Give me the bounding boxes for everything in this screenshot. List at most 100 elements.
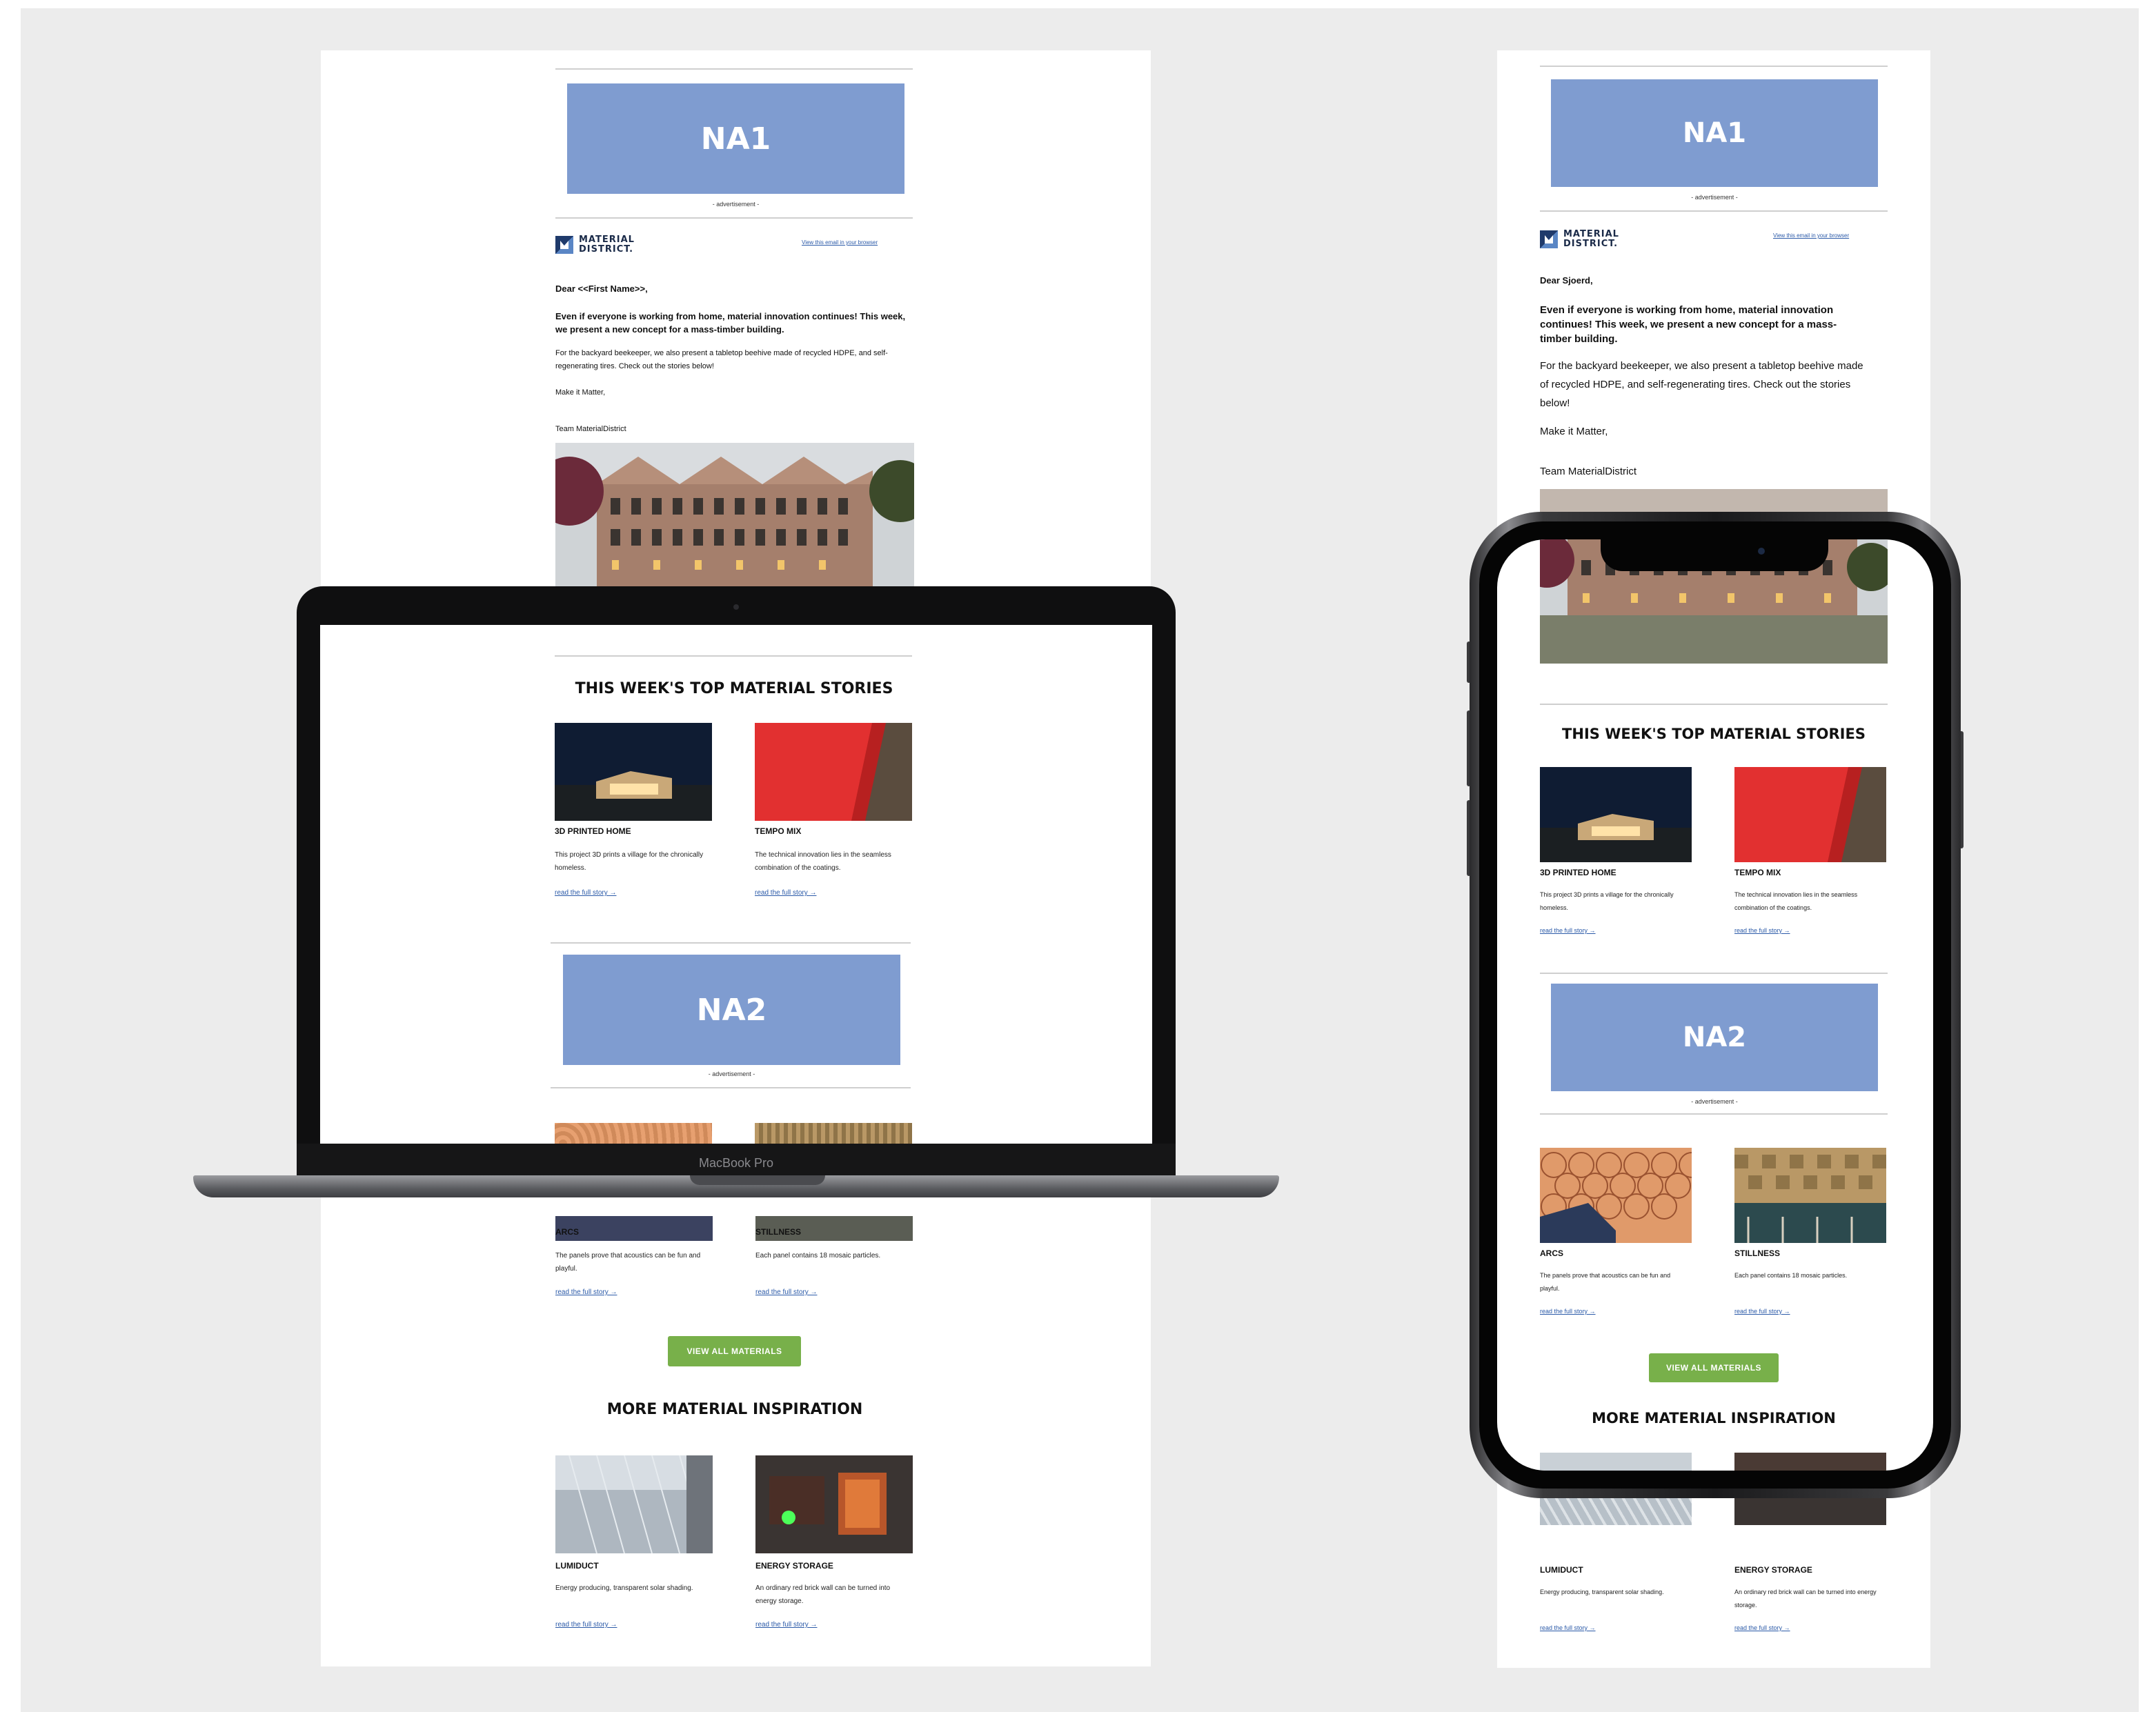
ad-banner-na2[interactable]: NA2 xyxy=(1551,984,1878,1091)
logo-mark-icon xyxy=(555,236,573,254)
intro-body: For the backyard beekeeper, we also pres… xyxy=(1540,360,1863,409)
story-image-tempo-mix[interactable] xyxy=(755,723,912,821)
read-story-link[interactable]: read the full story → xyxy=(755,1621,817,1629)
story-image-stillness-top[interactable] xyxy=(755,1123,912,1144)
read-story-link[interactable]: read the full story → xyxy=(1734,1624,1790,1631)
story-title: TEMPO MIX xyxy=(1734,868,1781,877)
material-district-logo[interactable]: MATERIAL DISTRICT. xyxy=(555,235,635,255)
logo-line2: DISTRICT. xyxy=(1563,239,1619,249)
story-text: Each panel contains 18 mosaic particles. xyxy=(1734,1272,1848,1279)
story-title: 3D PRINTED HOME xyxy=(1540,868,1616,877)
divider xyxy=(1540,66,1888,67)
laptop-screen: THIS WEEK'S TOP MATERIAL STORIES 3D PRIN… xyxy=(320,625,1152,1144)
story-text: An ordinary red brick wall can be turned… xyxy=(755,1584,891,1605)
view-in-browser-link[interactable]: View this email in your browser xyxy=(802,239,878,246)
greeting: Dear Sjoerd, xyxy=(1540,275,1593,286)
read-story-link[interactable]: read the full story → xyxy=(1540,1308,1596,1315)
story-image-3d-printed-home[interactable] xyxy=(555,723,712,821)
ad-banner-label: NA2 xyxy=(696,992,767,1028)
section-title-top-stories: THIS WEEK'S TOP MATERIAL STORIES xyxy=(575,680,893,697)
laptop-label: MacBook Pro xyxy=(698,1156,774,1170)
story-image-arcs[interactable] xyxy=(1540,1148,1692,1243)
logo-line2: DISTRICT. xyxy=(579,244,634,255)
team-signature: Team MaterialDistrict xyxy=(1540,466,1637,477)
advertisement-label: - advertisement - xyxy=(1691,1098,1738,1105)
divider xyxy=(1540,1113,1888,1115)
phone-notch xyxy=(1601,539,1828,571)
view-in-browser-link[interactable]: View this email in your browser xyxy=(1773,232,1849,239)
read-story-link[interactable]: read the full story → xyxy=(1540,927,1596,934)
story-title: ARCS xyxy=(555,1227,580,1237)
view-all-materials-button[interactable]: VIEW ALL MATERIALS xyxy=(1649,1353,1779,1382)
story-image-energy-storage[interactable] xyxy=(755,1455,913,1553)
material-district-logo[interactable]: MATERIAL DISTRICT. xyxy=(1540,230,1619,249)
story-image-stillness[interactable] xyxy=(1734,1148,1886,1243)
divider xyxy=(555,68,913,70)
advertisement-label: - advertisement - xyxy=(712,201,760,208)
ad-banner-label: NA2 xyxy=(1682,1022,1747,1053)
story-image-lumiduct[interactable] xyxy=(555,1455,713,1553)
ad-banner-label: NA1 xyxy=(700,121,771,157)
story-image-arcs-top[interactable] xyxy=(555,1123,712,1144)
story-text: An ordinary red brick wall can be turned… xyxy=(1734,1589,1877,1609)
story-text: The panels prove that acoustics can be f… xyxy=(1540,1272,1671,1292)
story-text: This project 3D prints a village for the… xyxy=(1540,891,1674,911)
story-title: LUMIDUCT xyxy=(555,1561,599,1571)
story-text: Energy producing, transparent solar shad… xyxy=(555,1584,693,1592)
section-title-top-stories: THIS WEEK'S TOP MATERIAL STORIES xyxy=(1562,726,1866,742)
story-text: The panels prove that acoustics can be f… xyxy=(555,1252,701,1273)
greeting: Dear <<First Name>>, xyxy=(555,283,648,294)
laptop-hinge-notch xyxy=(690,1175,825,1185)
advertisement-label: - advertisement - xyxy=(1691,194,1738,201)
story-title: STILLNESS xyxy=(1734,1248,1781,1258)
story-image-3d-printed-home[interactable] xyxy=(1540,767,1692,862)
story-title: STILLNESS xyxy=(755,1227,802,1237)
read-story-link[interactable]: read the full story → xyxy=(555,1621,617,1629)
advertisement-label: - advertisement - xyxy=(708,1071,755,1077)
read-story-link[interactable]: read the full story → xyxy=(1540,1624,1596,1631)
mass-timber-building-photo[interactable] xyxy=(555,443,914,588)
story-image-lumiduct-top[interactable] xyxy=(1540,1453,1692,1471)
ad-banner-na1[interactable]: NA1 xyxy=(567,83,904,194)
logo-line1: MATERIAL xyxy=(579,235,635,245)
signoff: Make it Matter, xyxy=(555,388,606,397)
read-story-link[interactable]: read the full story → xyxy=(1734,1308,1790,1315)
intro-body: For the backyard beekeeper, we also pres… xyxy=(555,349,888,370)
ad-banner-label: NA1 xyxy=(1682,117,1747,149)
intro-lead: Even if everyone is working from home, m… xyxy=(1540,304,1837,345)
story-title: ARCS xyxy=(1540,1248,1564,1258)
story-title: ENERGY STORAGE xyxy=(755,1561,833,1571)
logo-line1: MATERIAL xyxy=(1563,229,1619,239)
read-story-link[interactable]: read the full story → xyxy=(755,1288,817,1296)
read-story-link[interactable]: read the full story → xyxy=(555,889,616,897)
story-text: The technical innovation lies in the sea… xyxy=(755,851,891,872)
ad-banner-na2[interactable]: NA2 xyxy=(563,955,900,1065)
section-title-more: MORE MATERIAL INSPIRATION xyxy=(606,1401,863,1418)
team-signature: Team MaterialDistrict xyxy=(555,425,626,433)
story-title: 3D PRINTED HOME xyxy=(555,826,631,836)
divider xyxy=(1540,973,1888,974)
story-title: TEMPO MIX xyxy=(755,826,802,836)
read-story-link[interactable]: read the full story → xyxy=(555,1288,617,1296)
story-image-arcs[interactable] xyxy=(555,1216,713,1241)
story-title: LUMIDUCT xyxy=(1540,1565,1583,1575)
section-title-more: MORE MATERIAL INSPIRATION xyxy=(1592,1410,1836,1426)
read-story-link[interactable]: read the full story → xyxy=(755,889,816,897)
story-image-energy-storage-top[interactable] xyxy=(1734,1453,1886,1471)
phone-camera-icon xyxy=(1758,548,1765,555)
ad-banner-na1[interactable]: NA1 xyxy=(1551,79,1878,187)
read-story-link[interactable]: read the full story → xyxy=(1734,927,1790,934)
logo-mark-icon xyxy=(1540,230,1558,248)
story-title: ENERGY STORAGE xyxy=(1734,1565,1812,1575)
divider xyxy=(555,655,912,657)
story-text: The technical innovation lies in the sea… xyxy=(1734,891,1858,911)
view-all-materials-button[interactable]: VIEW ALL MATERIALS xyxy=(668,1336,801,1366)
phone-screen: THIS WEEK'S TOP MATERIAL STORIES 3D PRIN… xyxy=(1497,539,1933,1471)
story-text: Energy producing, transparent solar shad… xyxy=(1540,1589,1664,1595)
story-text: This project 3D prints a village for the… xyxy=(555,851,704,872)
divider xyxy=(551,1087,911,1088)
laptop-camera-icon xyxy=(733,604,739,610)
divider xyxy=(555,217,913,219)
story-image-tempo-mix[interactable] xyxy=(1734,767,1886,862)
divider xyxy=(1540,704,1888,705)
